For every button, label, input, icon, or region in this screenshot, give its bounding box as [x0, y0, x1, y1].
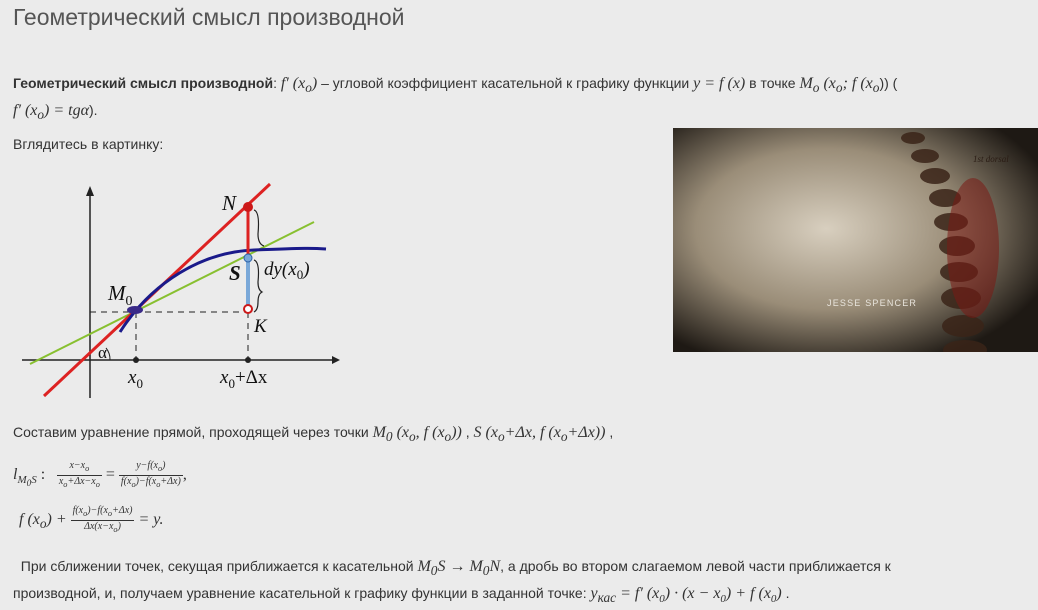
tangent-slope-formula: f′ (xo) = tgα [13, 102, 90, 123]
arrow: → [445, 558, 470, 575]
line-formula: lM0S : x−xo xo+Δx−xo = y−f(xo) f(xo)−f(xo+… [13, 460, 187, 495]
fraction-y: y−f(xo) f(xo)−f(xo+Δx) [118, 460, 183, 489]
line-eq-end: , [605, 424, 614, 440]
label-m0: M0 [107, 281, 133, 309]
label-x0: x0 [127, 367, 143, 391]
def-text1: – угловой коэффициент касательной к граф… [317, 75, 694, 91]
label-x0dx: x0+Δx [219, 367, 268, 391]
tangent-symbol: M0N [469, 558, 501, 579]
formula2-tail: = y. [134, 511, 164, 529]
label-s: S [229, 261, 241, 285]
formula1-eq: = [101, 466, 119, 484]
look-text: Вглядитесь в картинку: [13, 136, 164, 152]
line-equation-paragraph: Составим уравнение прямой, проходящей че… [13, 421, 613, 448]
def-end: ). [89, 102, 98, 119]
definition-term: Геометрический смысл производной [13, 75, 274, 91]
conclusion-paragraph: При сближении точек, секущая приближаетс… [13, 555, 1023, 610]
label-alpha: α [98, 343, 107, 362]
label-n: N [221, 191, 237, 215]
tangent-equation: yкас = f′ (x0) · (x − x0) + f (x0) [590, 585, 782, 606]
point-k [243, 304, 253, 314]
label-k: K [253, 316, 268, 337]
photo-label: 1st dorsal [973, 154, 1009, 164]
def-paren: )) ( [879, 75, 898, 91]
formula2-f: f (xo) + [19, 511, 67, 532]
y-axis-arrow [86, 186, 94, 196]
photo-caption: JESSE SPENCER [827, 298, 917, 308]
label-dy: dy(x0) [264, 259, 310, 282]
point-s-expr: S (xo+Δx, f (xo+Δx)) [473, 424, 606, 445]
fraction-difference: f(xo)−f(xo+Δx) Δx(x−xo) [70, 505, 135, 534]
spine-photo: 1st dorsal JESSE SPENCER [673, 128, 1038, 352]
x-axis-arrow [332, 356, 340, 364]
def-text2: в точке [745, 75, 800, 91]
definition-paragraph: Геометрический смысл производной: f′ (xo… [13, 72, 1033, 126]
line-symbol: lM0S [13, 466, 37, 489]
tangent-formula: f (xo) + f(xo)−f(xo+Δx) Δx(x−xo) = y. [19, 505, 163, 536]
function-expression: y = f (x) [693, 75, 746, 92]
secant-symbol: M0S [417, 558, 446, 579]
point-x0dx [245, 357, 251, 363]
line-eq-text: Составим уравнение прямой, проходящей че… [13, 424, 373, 440]
page-title: Геометрический смысл производной [13, 4, 405, 30]
conclusion-text2: , а дробь во втором слагаемом левой част… [500, 558, 891, 574]
conclusion-end: . [781, 585, 790, 602]
conclusion-text3: производной, и, получаем уравнение касат… [13, 585, 591, 602]
fraction-x: x−xo xo+Δx−xo [56, 460, 102, 489]
point-n [243, 202, 253, 212]
ns-brace [253, 209, 265, 247]
point-expression: Mo (xo; f (xo [799, 75, 880, 96]
conclusion-text1: При сближении точек, секущая приближаетс… [20, 558, 418, 574]
formula1-colon: : [36, 466, 46, 484]
point-x0 [133, 357, 139, 363]
point-s [243, 253, 253, 263]
dy-brace [253, 259, 264, 313]
derivative-symbol: f′ (xo) [280, 75, 318, 96]
formula1-comma: , [182, 466, 187, 484]
spine-illustration: 1st dorsal JESSE SPENCER [673, 128, 1038, 352]
line-eq-sep: , [461, 424, 474, 440]
def-colon: : [273, 75, 277, 91]
derivative-graph: N M0 S K dy(x0) α x0 x0+Δx [22, 182, 340, 398]
tangent-line [29, 221, 315, 365]
point-m0-expr: M0 (xo, f (xo)) [372, 424, 462, 445]
